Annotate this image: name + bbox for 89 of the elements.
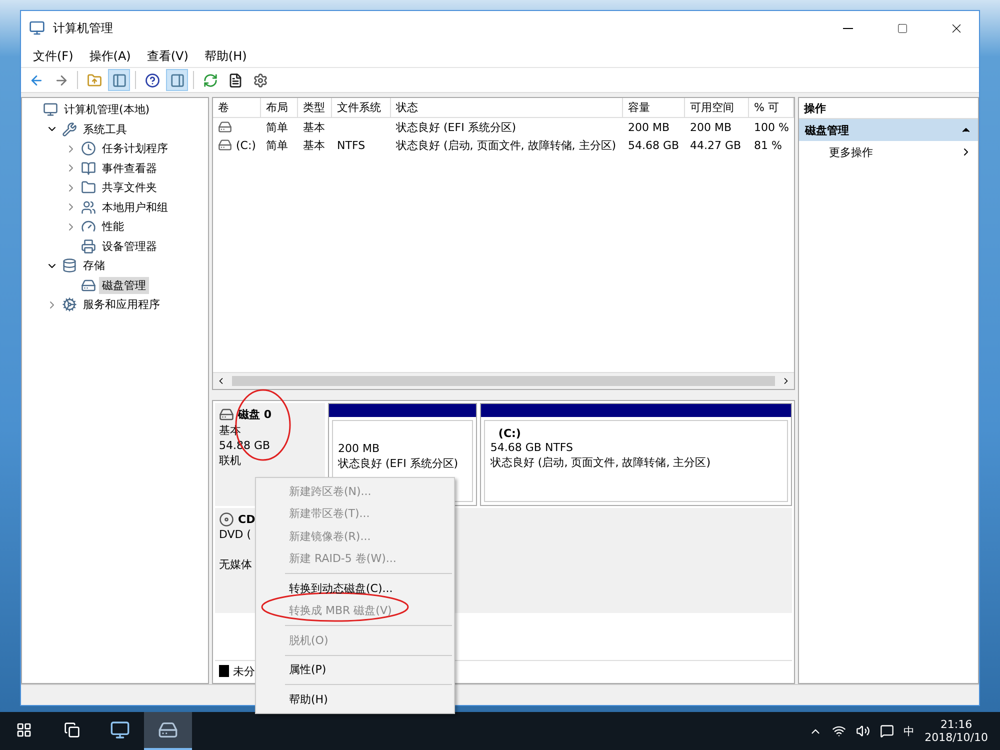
disk-state: 无媒体 <box>219 557 252 572</box>
table-cell: 54.68 GB <box>628 138 680 152</box>
wrench-icon <box>62 122 77 137</box>
actions-section[interactable]: 磁盘管理 <box>799 119 978 141</box>
column-header[interactable]: 布局 <box>261 98 298 118</box>
tree-item[interactable]: 服务和应用程序 <box>80 296 163 314</box>
table-cell: 200 MB <box>628 120 670 134</box>
column-header[interactable]: 卷 <box>213 98 261 118</box>
context-menu-item[interactable]: 转换到动态磁盘(C)... <box>256 577 454 600</box>
disc-icon <box>219 512 234 527</box>
taskbar-app[interactable] <box>144 712 192 750</box>
device-icon <box>81 238 96 254</box>
action-item[interactable]: 更多操作 <box>799 141 978 163</box>
disk-name: 磁盘 0 <box>238 407 272 422</box>
folder-up-icon <box>86 72 102 88</box>
monitor-icon <box>110 720 130 740</box>
network-icon[interactable] <box>832 724 846 738</box>
menu-item[interactable]: 操作(A) <box>81 48 139 64</box>
column-header[interactable]: 状态 <box>391 98 623 118</box>
folder-icon <box>81 180 96 196</box>
column-header[interactable]: 容量 <box>623 98 685 118</box>
context-menu-item[interactable]: 帮助(H) <box>256 688 454 710</box>
refresh-icon <box>202 72 218 88</box>
tree-item[interactable]: 事件查看器 <box>99 160 160 177</box>
table-cell: 状态良好 (启动, 页面文件, 故障转储, 主分区) <box>396 138 616 152</box>
tree-item[interactable]: 任务计划程序 <box>99 140 171 158</box>
drive-icon <box>218 120 232 134</box>
drive-icon <box>219 407 234 422</box>
tree-item[interactable]: 存储 <box>80 257 108 274</box>
menu-item[interactable]: 帮助(H) <box>196 48 255 64</box>
partition-size: 200 MB <box>338 442 381 455</box>
column-header[interactable]: 类型 <box>298 98 332 118</box>
partition-size: 54.68 GB NTFS <box>490 441 574 454</box>
windows-start-icon <box>16 722 32 738</box>
context-menu-item[interactable]: 属性(P) <box>256 658 454 681</box>
log-book-icon <box>81 160 96 176</box>
gear-icon <box>62 297 77 312</box>
table-cell: (C:) <box>236 138 256 152</box>
table-cell: 100 % <box>754 120 789 134</box>
table-cell: 简单 <box>266 120 288 134</box>
menu-item[interactable]: 文件(F) <box>25 48 82 64</box>
table-cell: 44.27 GB <box>690 138 742 152</box>
forward-arrow-icon <box>54 72 68 88</box>
settings-icon <box>252 72 268 88</box>
partition-status: 状态良好 (EFI 系统分区) <box>338 456 460 471</box>
table-cell: 81 % <box>754 138 782 152</box>
partition[interactable]: (C:) 54.68 GB NTFS 状态良好 (启动, 页面文件, 故障转储, 主分区) <box>480 403 792 506</box>
partition-label: (C:) <box>497 427 522 440</box>
tree-item[interactable]: 磁盘管理 <box>99 276 149 294</box>
menu-item[interactable]: 查看(V) <box>138 48 196 64</box>
ime-indicator[interactable]: 中 <box>904 724 915 738</box>
drive-icon <box>218 138 232 152</box>
disk-state: 联机 <box>219 453 241 468</box>
users-icon <box>81 200 96 215</box>
column-header[interactable]: 文件系统 <box>332 98 391 118</box>
table-cell: 基本 <box>303 138 325 152</box>
column-header[interactable]: % 可 <box>749 98 794 118</box>
tree-item[interactable]: 系统工具 <box>80 120 130 138</box>
legend-label: 未分 <box>233 664 255 678</box>
column-header[interactable]: 可用空间 <box>685 98 749 118</box>
clock[interactable]: 21:16 2018/10/10 <box>924 718 988 744</box>
table-cell: NTFS <box>337 138 366 152</box>
tree-item[interactable]: 本地用户和组 <box>99 198 171 216</box>
show-tree-icon <box>112 72 126 88</box>
table-cell: 状态良好 (EFI 系统分区) <box>396 120 516 134</box>
notification-icon[interactable] <box>880 724 894 738</box>
window-title: 计算机管理 <box>53 20 114 36</box>
help-icon <box>144 72 160 88</box>
tree-item[interactable]: 计算机管理(本地) <box>61 101 153 118</box>
tree-item[interactable]: 性能 <box>99 218 127 236</box>
task-view-icon <box>64 722 80 738</box>
partition-status: 状态良好 (启动, 页面文件, 故障转储, 主分区) <box>490 455 712 470</box>
action-pane-icon <box>170 72 184 88</box>
tree-item[interactable]: 设备管理器 <box>99 238 160 255</box>
table-cell: 基本 <box>303 120 325 134</box>
table-cell: 简单 <box>266 138 288 152</box>
gauge-icon <box>81 219 96 234</box>
tree-item[interactable]: 共享文件夹 <box>99 179 160 196</box>
computer-icon <box>29 20 45 36</box>
storage-icon <box>62 258 77 274</box>
table-cell: 200 MB <box>690 120 732 134</box>
computer-icon <box>43 102 58 118</box>
maximize-icon <box>896 22 908 34</box>
clock-icon <box>81 141 96 156</box>
disk-type: DVD ( <box>219 528 252 541</box>
drive-icon <box>158 720 178 740</box>
disk-name: CD <box>238 513 256 526</box>
properties-icon <box>228 72 242 88</box>
volume-icon[interactable] <box>856 724 870 738</box>
